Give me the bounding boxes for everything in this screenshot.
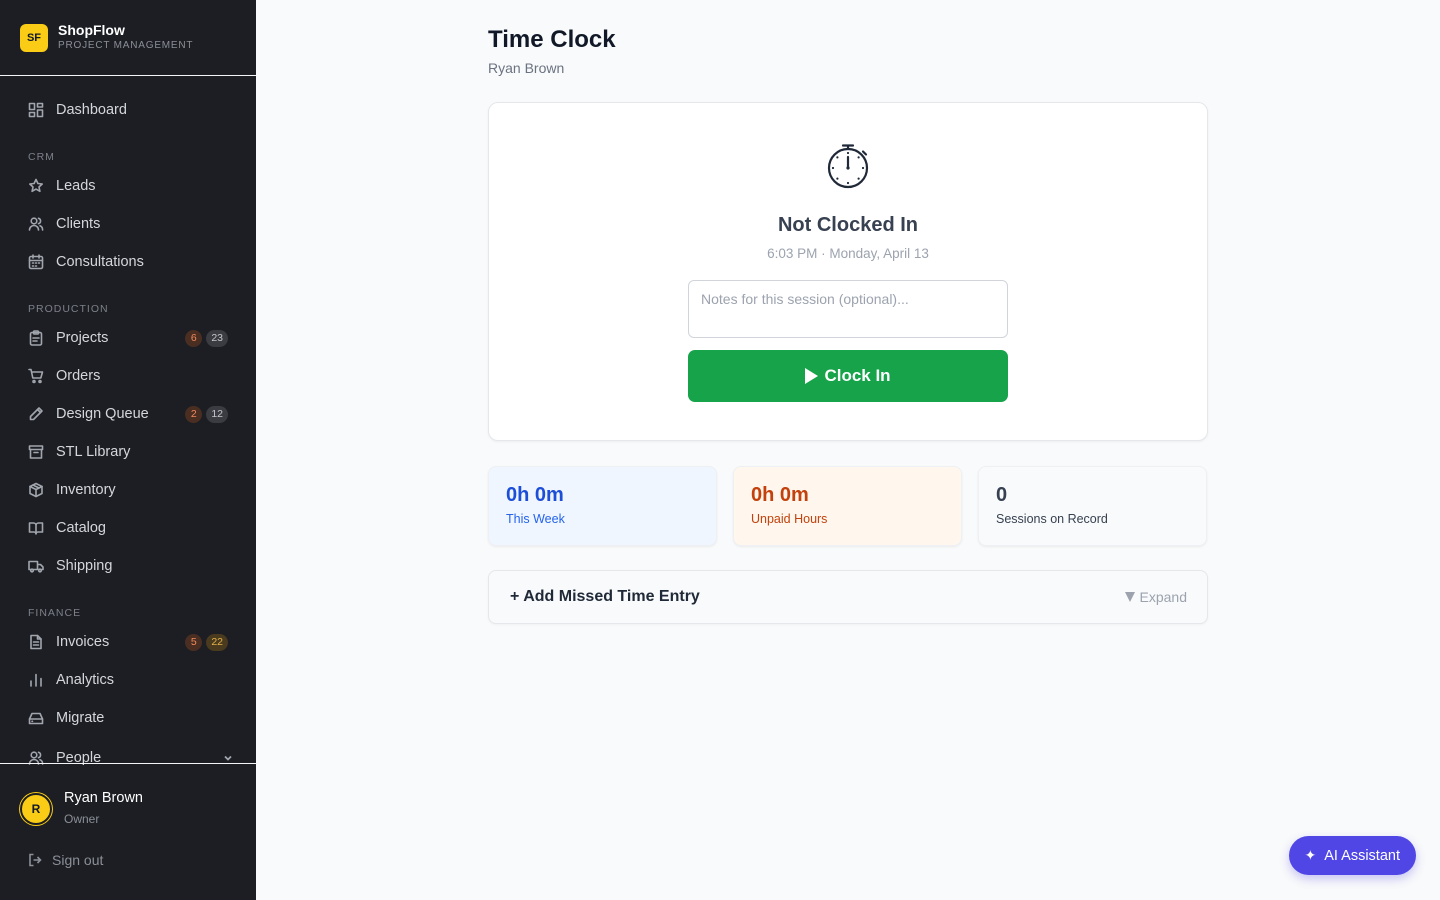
total-count-badge: 23	[206, 329, 228, 347]
stat-unpaid-hours: 0h 0m Unpaid Hours	[733, 466, 962, 546]
sign-out-button[interactable]: Sign out	[0, 852, 256, 868]
sidebar-item-shipping[interactable]: Shipping	[0, 547, 256, 585]
sidebar-item-leads[interactable]: Leads	[0, 167, 256, 205]
urgent-count-badge: 5	[185, 633, 203, 651]
brand-subtitle: PROJECT MANAGEMENT	[58, 40, 194, 51]
section-label-finance: FINANCE	[28, 607, 82, 619]
sidebar-item-stl-library[interactable]: STL Library	[0, 433, 256, 471]
sign-out-icon	[29, 853, 42, 867]
sidebar-item-inventory[interactable]: Inventory	[0, 471, 256, 509]
expand-label: Expand	[1139, 589, 1187, 605]
users-icon	[28, 216, 44, 232]
calendar-icon	[28, 254, 44, 270]
ai-assistant-button[interactable]: ✦ AI Assistant	[1288, 836, 1416, 875]
stat-value: 0h 0m	[751, 484, 809, 506]
page-title: Time Clock	[488, 26, 616, 53]
user-profile[interactable]: R Ryan Brown Owner	[0, 764, 256, 830]
sidebar-item-design-queue[interactable]: Design Queue 2 12	[0, 395, 256, 433]
badge-group: 6 23	[185, 329, 228, 347]
stat-value: 0	[996, 484, 1008, 506]
sidebar-nav: Dashboard CRM Leads Clients Consultation…	[0, 76, 256, 777]
session-notes-input[interactable]	[688, 280, 1008, 338]
total-count-badge: 22	[206, 633, 228, 651]
sidebar-item-label: Catalog	[56, 520, 106, 536]
sidebar-item-label: STL Library	[56, 444, 131, 460]
sidebar-item-catalog[interactable]: Catalog	[0, 509, 256, 547]
sidebar-item-label: Leads	[56, 178, 96, 194]
triangle-down-icon	[1124, 592, 1135, 602]
sidebar-item-migrate[interactable]: Migrate	[0, 699, 256, 737]
grid-icon	[28, 102, 44, 118]
star-icon	[28, 178, 44, 194]
book-icon	[28, 520, 44, 536]
sidebar-item-orders[interactable]: Orders	[0, 357, 256, 395]
sidebar-item-projects[interactable]: Projects 6 23	[0, 319, 256, 357]
section-label-crm: CRM	[28, 151, 55, 163]
sidebar-item-label: Inventory	[56, 482, 116, 498]
truck-icon	[28, 558, 44, 574]
main-content: Time Clock Ryan Brown Not Clocked In 6:0…	[488, 0, 1208, 624]
ai-assistant-label: AI Assistant	[1324, 847, 1400, 864]
badge-group: 5 22	[185, 633, 228, 651]
sidebar-item-consultations[interactable]: Consultations	[0, 243, 256, 281]
sidebar-item-clients[interactable]: Clients	[0, 205, 256, 243]
drive-icon	[28, 710, 44, 726]
section-label-production: PRODUCTION	[28, 303, 109, 315]
sidebar-item-label: Consultations	[56, 254, 144, 270]
stat-label: This Week	[506, 512, 565, 526]
bar-chart-icon	[28, 672, 44, 688]
sidebar-item-label: Migrate	[56, 710, 105, 726]
sidebar-item-label: Analytics	[56, 672, 115, 688]
sign-out-label: Sign out	[52, 852, 104, 868]
sidebar: SF ShopFlow PROJECT MANAGEMENT Dashboard…	[0, 0, 256, 900]
stat-this-week: 0h 0m This Week	[488, 466, 717, 546]
current-datetime: 6:03 PM · Monday, April 13	[767, 246, 929, 261]
sidebar-item-invoices[interactable]: Invoices 5 22	[0, 623, 256, 661]
archive-icon	[28, 444, 44, 460]
pencil-icon	[28, 406, 44, 422]
sidebar-item-label: Orders	[56, 368, 101, 384]
urgent-count-badge: 6	[185, 329, 203, 347]
clipboard-icon	[28, 330, 44, 346]
missed-time-entry-panel[interactable]: + Add Missed Time Entry Expand	[488, 570, 1208, 624]
box-icon	[28, 482, 44, 498]
stat-label: Sessions on Record	[996, 512, 1108, 526]
play-icon	[805, 368, 819, 384]
clock-status: Not Clocked In	[777, 214, 918, 236]
page-subtitle: Ryan Brown	[488, 60, 565, 76]
sparkle-icon: ✦	[1304, 847, 1317, 863]
clock-card: Not Clocked In 6:03 PM · Monday, April 1…	[488, 102, 1208, 441]
brand[interactable]: SF ShopFlow PROJECT MANAGEMENT	[0, 0, 256, 76]
brand-name: ShopFlow	[58, 22, 125, 38]
sidebar-item-label: Invoices	[56, 634, 110, 650]
urgent-count-badge: 2	[185, 405, 203, 423]
clock-in-button[interactable]: Clock In	[688, 350, 1008, 402]
avatar: R	[20, 793, 52, 825]
stopwatch-icon	[827, 144, 869, 189]
sidebar-item-label: Clients	[56, 216, 101, 232]
sidebar-item-label: Shipping	[56, 558, 113, 574]
stat-value: 0h 0m	[506, 484, 564, 506]
badge-group: 2 12	[185, 405, 228, 423]
cart-icon	[28, 368, 44, 384]
clock-in-label: Clock In	[824, 366, 891, 385]
user-name: Ryan Brown	[64, 790, 143, 806]
user-panel: R Ryan Brown Owner Sign out	[0, 763, 256, 900]
sidebar-item-dashboard[interactable]: Dashboard	[0, 91, 256, 129]
missed-time-entry-title: + Add Missed Time Entry	[510, 588, 700, 605]
expand-toggle[interactable]: Expand	[1124, 589, 1187, 605]
stats-row: 0h 0m This Week 0h 0m Unpaid Hours 0 Ses…	[488, 466, 1208, 546]
sidebar-item-label: Dashboard	[56, 102, 127, 118]
total-count-badge: 12	[206, 405, 228, 423]
sidebar-item-label: Projects	[56, 330, 109, 346]
brand-logo: SF	[20, 23, 48, 52]
sidebar-item-analytics[interactable]: Analytics	[0, 661, 256, 699]
stat-sessions: 0 Sessions on Record	[978, 466, 1207, 546]
sidebar-item-label: Design Queue	[56, 406, 149, 422]
stat-label: Unpaid Hours	[751, 512, 828, 526]
file-icon	[28, 634, 44, 650]
user-role: Owner	[64, 812, 100, 826]
